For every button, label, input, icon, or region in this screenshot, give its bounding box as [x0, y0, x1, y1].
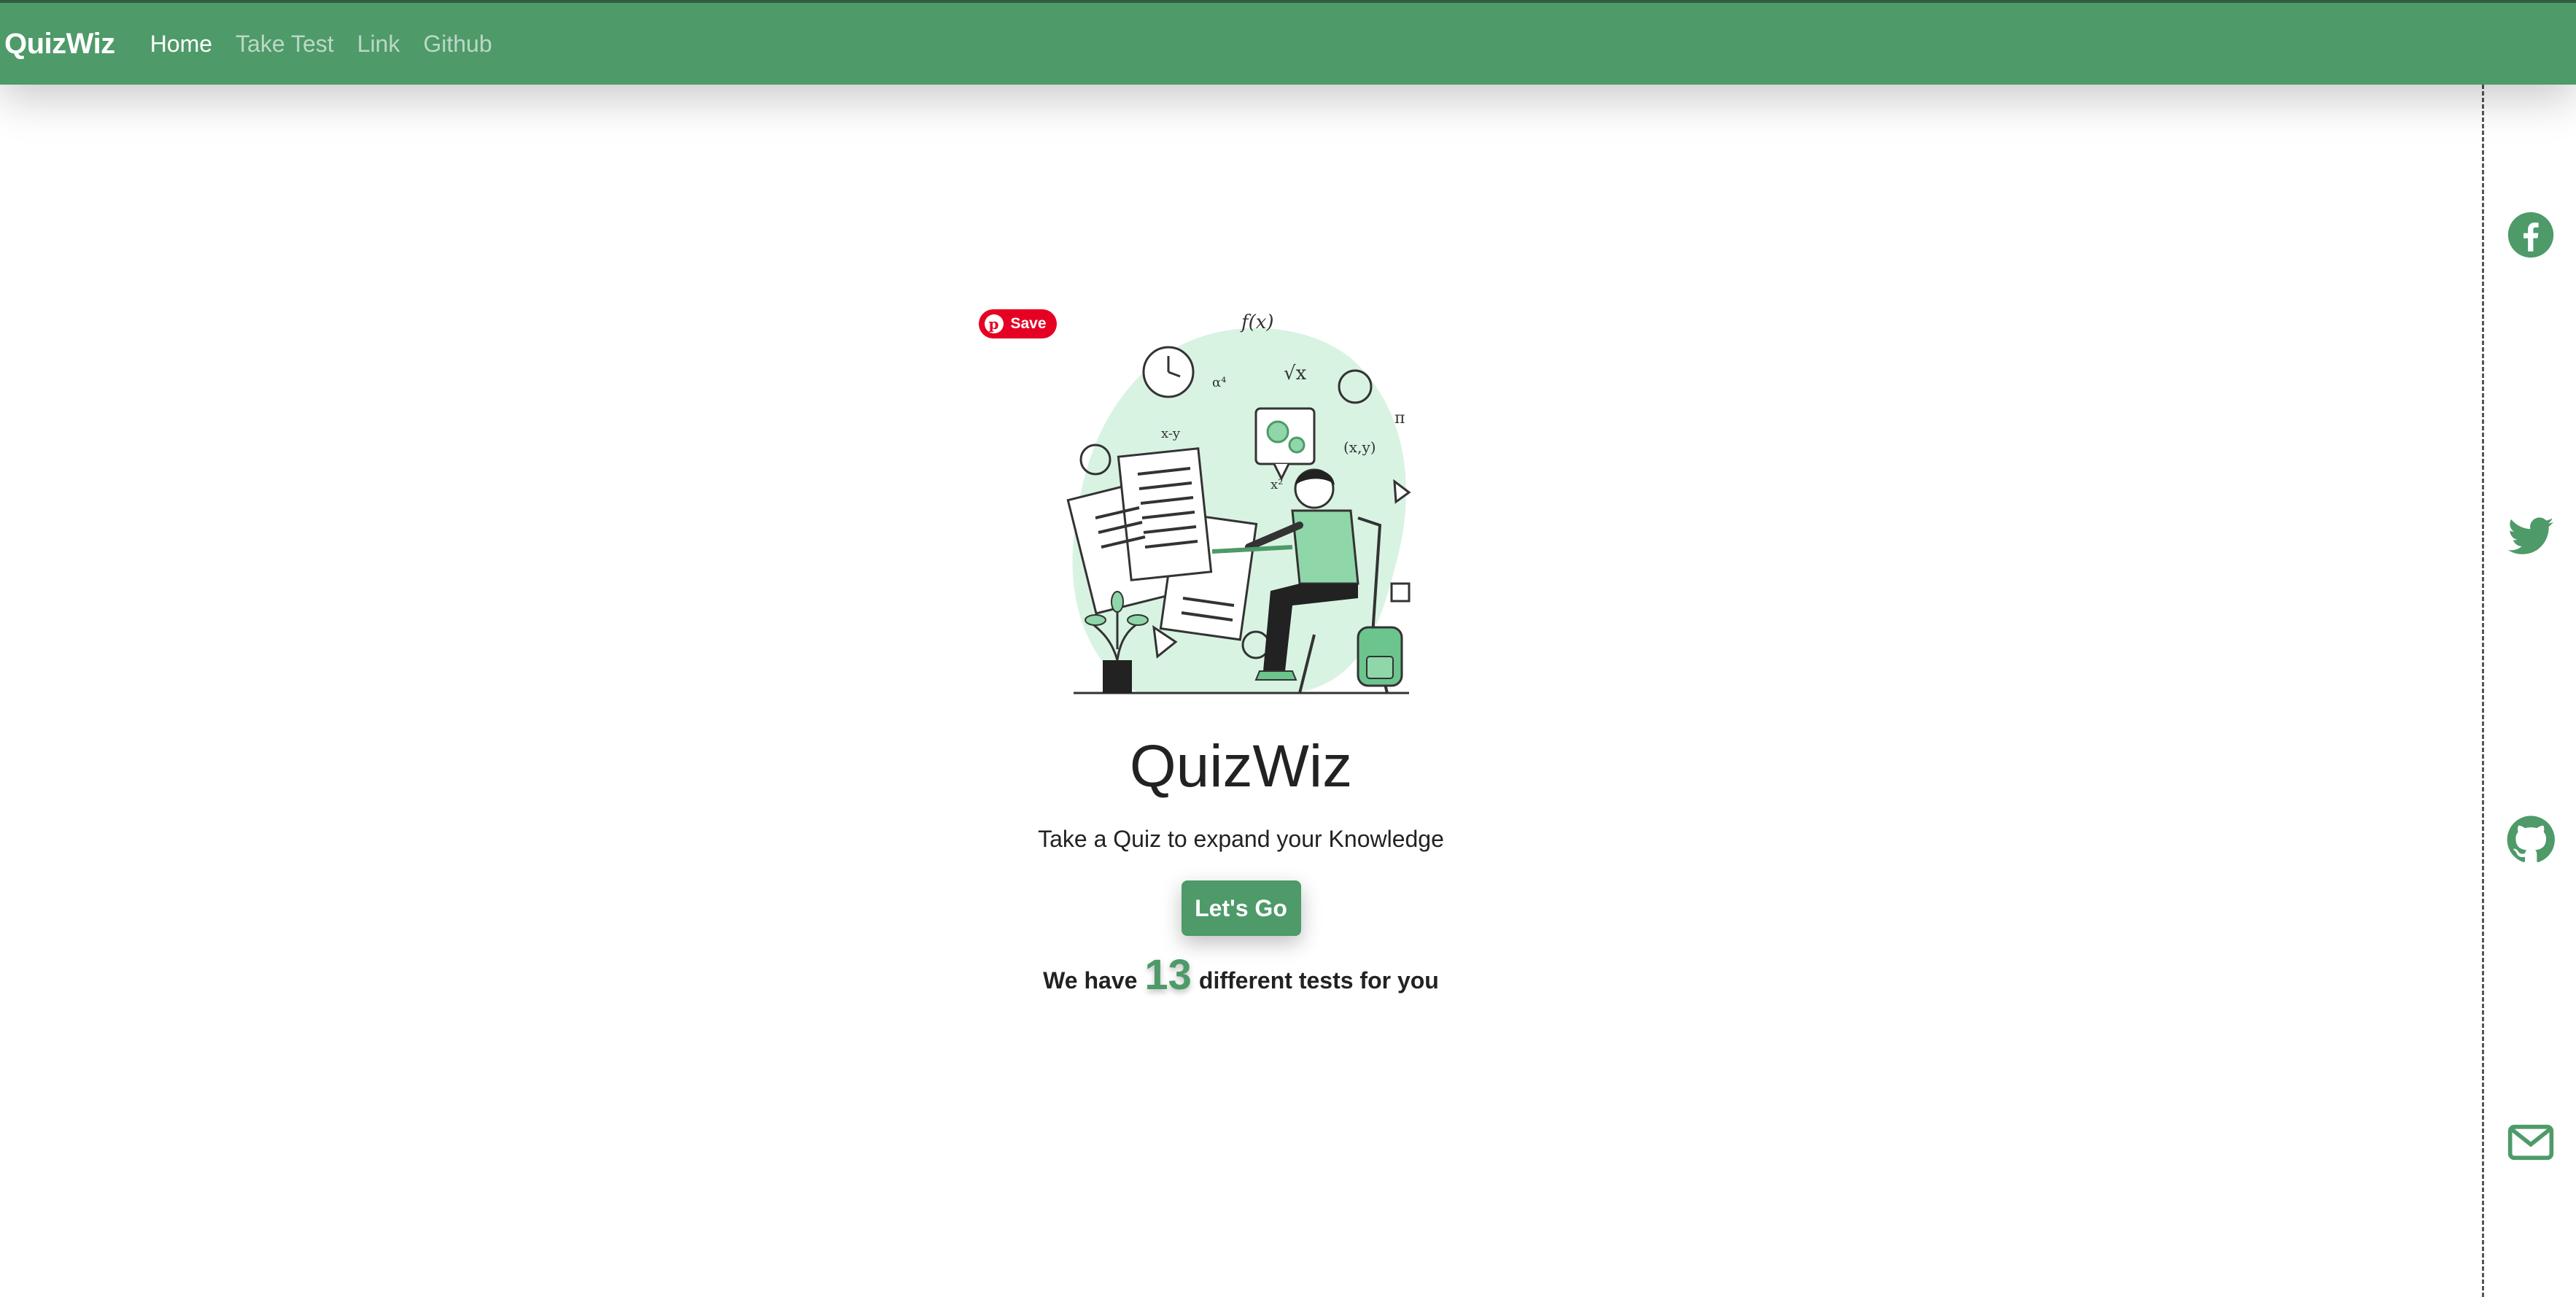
brand-logo[interactable]: QuizWiz: [4, 28, 115, 61]
nav-link-github[interactable]: Github: [423, 31, 492, 58]
nav-link-take-test[interactable]: Take Test: [236, 31, 334, 58]
svg-text:α⁴: α⁴: [1212, 375, 1226, 390]
svg-text:f(x): f(x): [1240, 311, 1274, 333]
nav-link-home[interactable]: Home: [150, 31, 212, 58]
social-rail-divider: [2482, 85, 2484, 1297]
mail-icon[interactable]: [2506, 1118, 2556, 1167]
twitter-icon[interactable]: [2506, 512, 2556, 562]
test-count-prefix: We have: [1043, 967, 1138, 994]
hero-illustration: p Save f(x) √x α⁴ x-y (x,y) π x² (a,b): [978, 306, 1431, 700]
nav-link-link[interactable]: Link: [357, 31, 400, 58]
svg-text:(x,y): (x,y): [1343, 438, 1376, 456]
student-studying-illustration: f(x) √x α⁴ x-y (x,y) π x² (a,b): [1066, 311, 1411, 694]
lets-go-button[interactable]: Let's Go: [1181, 880, 1301, 936]
svg-text:x-y: x-y: [1161, 426, 1181, 441]
pinterest-save-label: Save: [1010, 315, 1047, 332]
svg-text:π: π: [1394, 409, 1405, 427]
page-title: QuizWiz: [1129, 733, 1353, 800]
facebook-icon[interactable]: [2506, 210, 2556, 260]
pinterest-save-button[interactable]: p Save: [978, 309, 1057, 338]
svg-text:√x: √x: [1284, 363, 1307, 384]
test-count-line: We have 13 different tests for you: [1043, 951, 1439, 999]
page-subtitle: Take a Quiz to expand your Knowledge: [1038, 826, 1444, 852]
github-icon[interactable]: [2506, 815, 2556, 864]
navbar: QuizWiz Home Take Test Link Github: [0, 0, 2576, 85]
hero-section: p Save f(x) √x α⁴ x-y (x,y) π x² (a,b): [0, 306, 2482, 999]
test-count-number: 13: [1144, 951, 1192, 999]
test-count-suffix: different tests for you: [1198, 967, 1439, 994]
pinterest-icon: p: [984, 314, 1004, 333]
